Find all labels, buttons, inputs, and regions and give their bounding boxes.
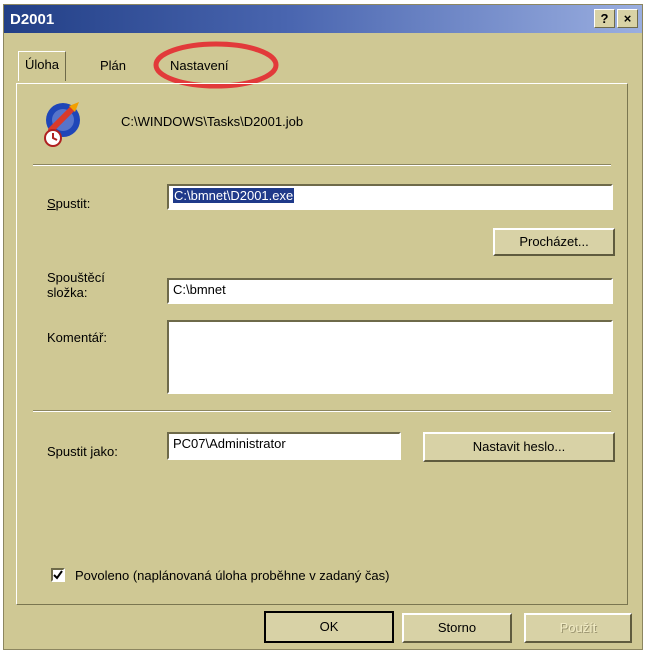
ok-button[interactable]: OK xyxy=(264,611,394,643)
separator xyxy=(33,164,611,166)
title-bar[interactable]: D2001 ? × xyxy=(4,5,642,33)
task-panel: C:\WINDOWS\Tasks\D2001.job Spustit: C:\b… xyxy=(16,83,628,605)
run-input[interactable]: C:\bmnet\D2001.exe xyxy=(167,184,613,210)
task-file-path: C:\WINDOWS\Tasks\D2001.job xyxy=(121,114,304,129)
run-as-label: Spustit jako: xyxy=(47,444,118,459)
run-label: Spustit: xyxy=(47,196,91,211)
browse-button[interactable]: Procházet... xyxy=(493,228,615,256)
enabled-checkbox[interactable] xyxy=(51,568,65,582)
start-in-input[interactable]: C:\bmnet xyxy=(167,278,613,304)
start-in-label: Spouštěcí složka: xyxy=(47,270,105,300)
enabled-label: Povoleno (naplánovaná úloha proběhne v z… xyxy=(75,568,390,583)
tab-uloha[interactable]: Úloha xyxy=(18,51,66,81)
comment-label: Komentář: xyxy=(47,330,107,345)
checkmark-icon xyxy=(53,570,63,580)
close-button[interactable]: × xyxy=(617,9,638,28)
cancel-button[interactable]: Storno xyxy=(402,613,512,643)
tab-strip: Úloha Plán Nastavení xyxy=(4,33,642,89)
run-as-input[interactable]: PC07\Administrator xyxy=(167,432,401,460)
window-title: D2001 xyxy=(10,11,55,28)
apply-button[interactable]: Použít xyxy=(524,613,632,643)
tab-plan[interactable]: Plán xyxy=(94,53,132,79)
separator xyxy=(33,410,611,412)
comment-input[interactable] xyxy=(167,320,613,394)
set-password-button[interactable]: Nastavit heslo... xyxy=(423,432,615,462)
help-button[interactable]: ? xyxy=(594,9,615,28)
task-properties-dialog: D2001 ? × Úloha Plán Nastavení C:\WINDOW… xyxy=(3,4,643,650)
scheduled-task-icon xyxy=(44,102,80,147)
